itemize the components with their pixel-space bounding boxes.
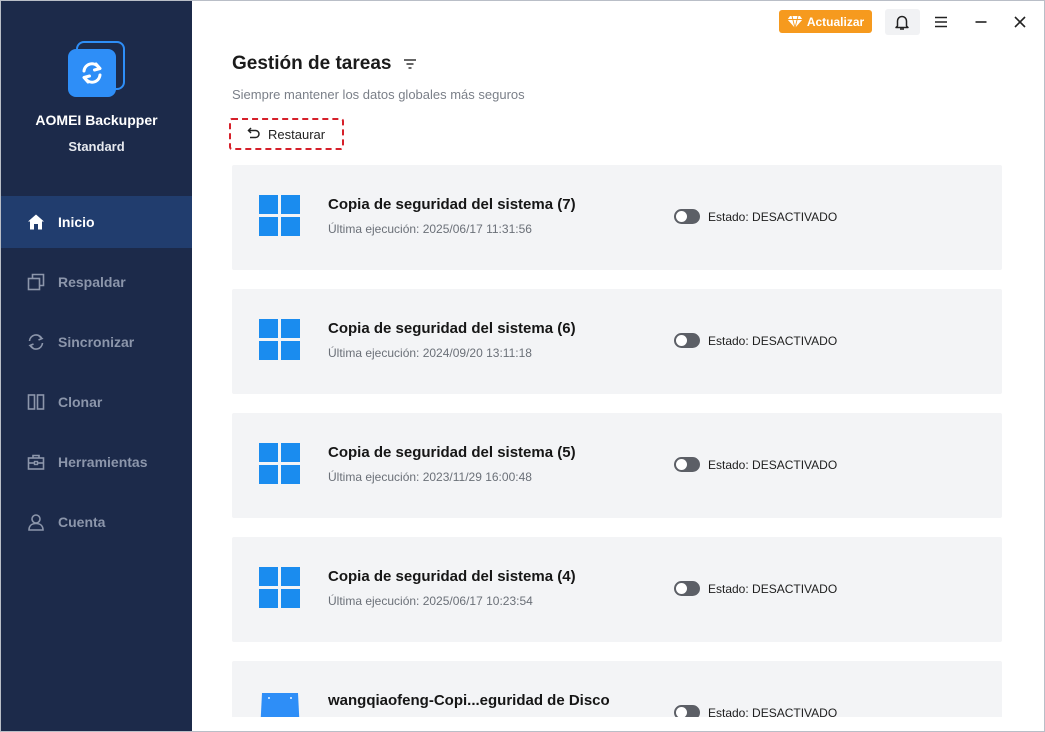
home-icon [26, 212, 46, 232]
upgrade-button[interactable]: Actualizar [779, 10, 872, 33]
bell-icon[interactable] [889, 9, 915, 35]
sidebar-item-label: Respaldar [58, 274, 126, 290]
sidebar-item-label: Inicio [58, 214, 95, 230]
undo-icon [247, 127, 260, 139]
windows-icon [259, 319, 301, 361]
clone-icon [26, 392, 46, 412]
toolbox-icon [26, 452, 46, 472]
diamond-icon [787, 15, 803, 28]
task-status: Estado: DESACTIVADO [708, 458, 838, 472]
sidebar-item-inicio[interactable]: Inicio [1, 196, 192, 248]
app-window: AOMEI Backupper Standard Inicio Respalda… [0, 0, 1045, 732]
sidebar-item-label: Clonar [58, 394, 103, 410]
scroll-clip [192, 717, 1044, 731]
task-name: Copia de seguridad del sistema (5) [328, 444, 576, 461]
restore-label: Restaurar [268, 126, 326, 142]
sidebar-item-sincronizar[interactable]: Sincronizar [1, 316, 192, 368]
task-card[interactable]: Copia de seguridad del sistema (7) Últim… [232, 165, 1002, 270]
sidebar: AOMEI Backupper Standard Inicio Respalda… [1, 1, 192, 731]
filter-icon[interactable] [402, 56, 418, 72]
task-status: Estado: DESACTIVADO [708, 334, 838, 348]
task-toggle[interactable] [674, 209, 700, 224]
minimize-icon[interactable] [968, 9, 994, 35]
user-icon [26, 512, 46, 532]
task-toggle[interactable] [674, 457, 700, 472]
task-card[interactable]: Copia de seguridad del sistema (6) Últim… [232, 289, 1002, 394]
page-title: Gestión de tareas [232, 53, 392, 74]
menu-icon[interactable] [928, 9, 954, 35]
upgrade-label: Actualizar [806, 14, 865, 29]
task-toggle[interactable] [674, 333, 700, 348]
app-name: AOMEI Backupper [35, 112, 158, 128]
windows-icon [259, 567, 301, 609]
windows-icon [259, 195, 301, 237]
task-name: wangqiaofeng-Copi...eguridad de Disco [328, 692, 610, 709]
sidebar-item-clonar[interactable]: Clonar [1, 376, 192, 428]
close-icon[interactable] [1007, 9, 1033, 35]
task-card[interactable]: Copia de seguridad del sistema (4) Últim… [232, 537, 1002, 642]
task-name: Copia de seguridad del sistema (7) [328, 196, 576, 213]
task-toggle[interactable] [674, 581, 700, 596]
task-last-run: Última ejecución: 2025/06/17 11:31:56 [328, 222, 532, 236]
task-card[interactable]: Copia de seguridad del sistema (5) Últim… [232, 413, 1002, 518]
sidebar-item-label: Herramientas [58, 454, 148, 470]
page-subtitle: Siempre mantener los datos globales más … [232, 87, 525, 102]
task-name: Copia de seguridad del sistema (6) [328, 320, 576, 337]
task-last-run: Última ejecución: 2023/11/29 16:00:48 [328, 470, 532, 484]
app-edition: Standard [68, 139, 125, 154]
sidebar-item-respaldar[interactable]: Respaldar [1, 256, 192, 308]
task-last-run: Última ejecución: 2024/09/20 13:11:18 [328, 346, 532, 360]
sidebar-item-label: Cuenta [58, 514, 106, 530]
task-status: Estado: DESACTIVADO [708, 582, 838, 596]
restore-button[interactable]: Restaurar [229, 118, 344, 150]
windows-icon [259, 443, 301, 485]
sidebar-item-cuenta[interactable]: Cuenta [1, 496, 192, 548]
backup-icon [26, 272, 46, 292]
task-name: Copia de seguridad del sistema (4) [328, 568, 576, 585]
sidebar-item-herramientas[interactable]: Herramientas [1, 436, 192, 488]
app-logo-icon [67, 41, 127, 101]
sidebar-item-label: Sincronizar [58, 334, 135, 350]
task-last-run: Última ejecución: 2025/06/17 10:23:54 [328, 594, 533, 608]
task-status: Estado: DESACTIVADO [708, 210, 838, 224]
sync-icon [26, 332, 46, 352]
